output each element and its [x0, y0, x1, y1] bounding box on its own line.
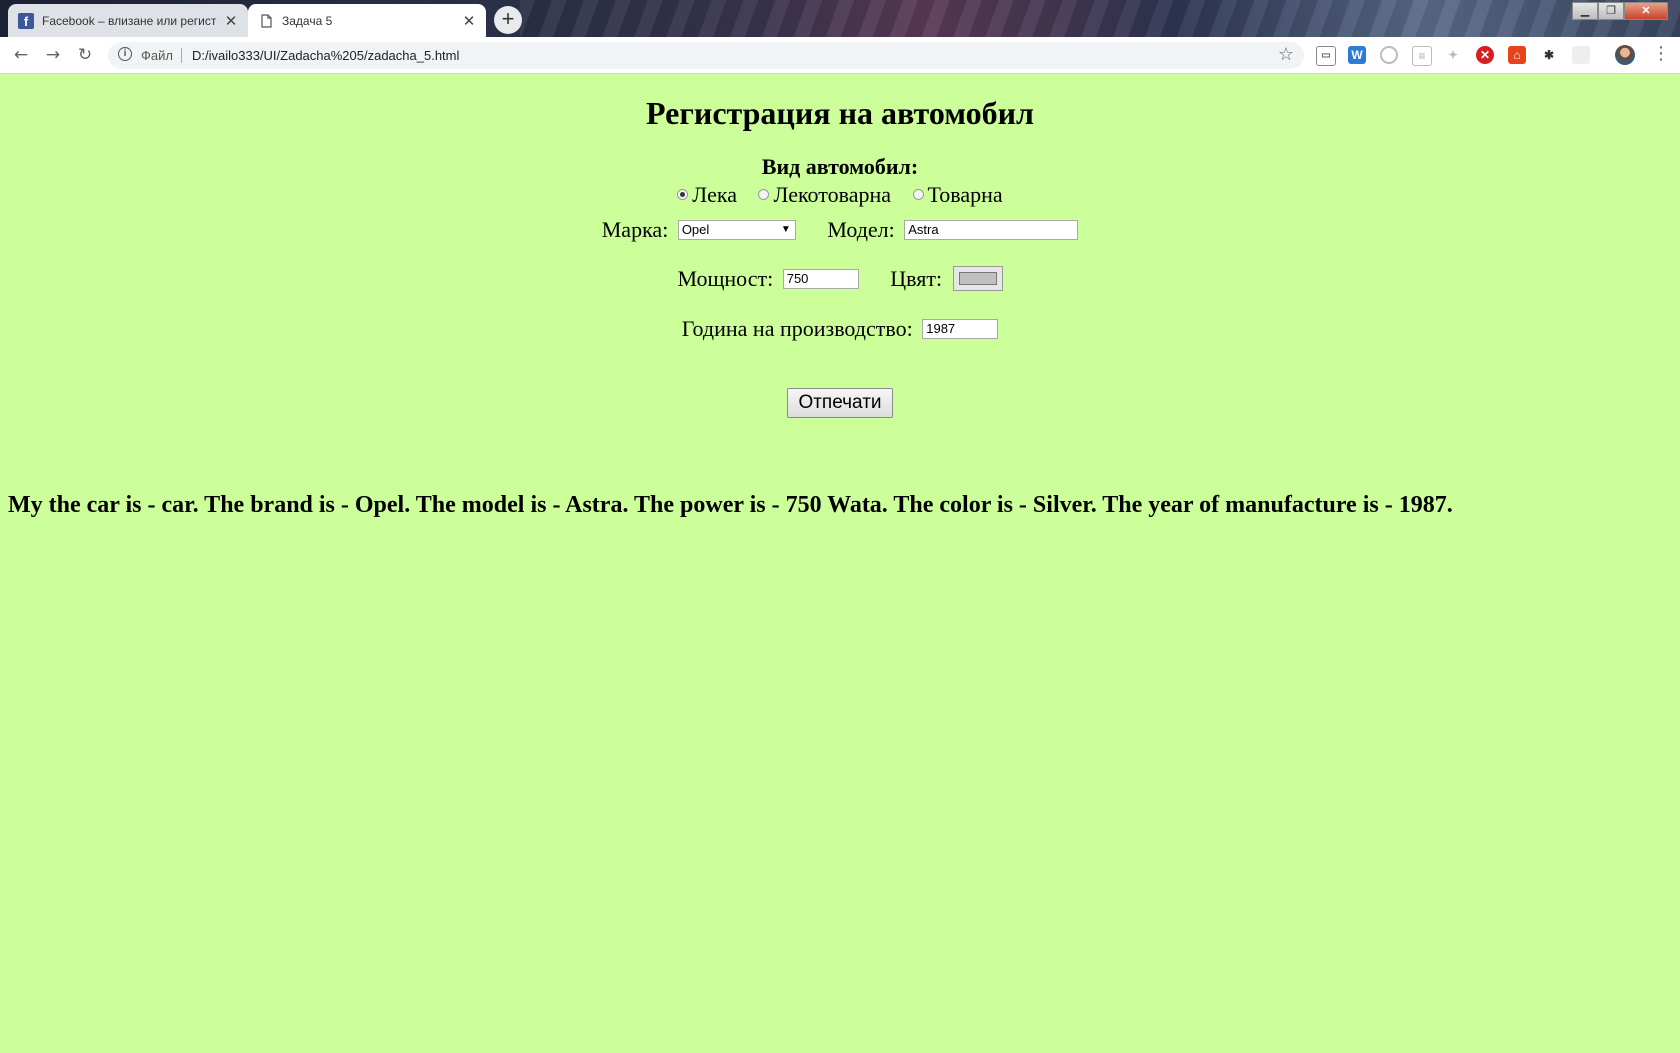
- radio-option-lekotovarna[interactable]: Лекотоварна: [758, 182, 891, 208]
- model-input[interactable]: Astra: [904, 219, 1079, 240]
- facebook-icon: f: [18, 12, 34, 29]
- result-text: My the car is - car. The brand is - Opel…: [8, 492, 1453, 518]
- address-divider: [181, 48, 182, 63]
- year-label: Година на производство:: [681, 315, 913, 341]
- year-row: Година на производство: 1987: [0, 314, 1680, 342]
- forward-icon[interactable]: →: [41, 43, 65, 67]
- power-label: Мощност:: [677, 265, 774, 291]
- radio-label: Товарна: [927, 181, 1003, 207]
- power-color-row: Мощност: 750 Цвят:: [0, 264, 1680, 292]
- profile-avatar[interactable]: [1615, 45, 1635, 65]
- color-label: Цвят:: [890, 265, 943, 291]
- radio-option-leka[interactable]: Лека: [677, 182, 737, 208]
- brand-select-value: Opel: [681, 221, 710, 237]
- brand-model-row: Марка: Opel ▼ Модел: Astra: [0, 215, 1680, 243]
- new-tab-button[interactable]: +: [494, 6, 522, 34]
- tab-zadacha[interactable]: Задача 5 ✕: [248, 4, 486, 37]
- color-picker[interactable]: [952, 266, 1003, 292]
- page-icon: [258, 13, 274, 29]
- lock-icon[interactable]: ⌂: [1508, 46, 1526, 64]
- year-input[interactable]: 1987: [922, 318, 999, 339]
- reload-icon[interactable]: ↻: [73, 43, 97, 67]
- block-icon[interactable]: ✕: [1476, 46, 1494, 64]
- window-close-button[interactable]: ✕: [1624, 2, 1668, 20]
- print-button[interactable]: Отпечати: [787, 388, 893, 418]
- color-swatch: [958, 272, 997, 286]
- radio-button[interactable]: [758, 189, 770, 200]
- page-body: Регистрация на автомобил Вид автомобил: …: [0, 74, 1680, 1053]
- blank-icon[interactable]: [1572, 46, 1590, 64]
- puzzle-icon[interactable]: ✦: [1444, 46, 1462, 64]
- info-icon[interactable]: i: [118, 47, 132, 61]
- bookmark-star-icon[interactable]: ☆: [1278, 44, 1294, 65]
- brand-label: Марка:: [601, 216, 669, 242]
- circle-icon[interactable]: [1380, 46, 1398, 64]
- power-input[interactable]: 750: [782, 268, 859, 289]
- maximize-button[interactable]: ❐: [1598, 2, 1624, 20]
- address-url[interactable]: D:/ivailo333/UI/Zadacha%205/zadacha_5.ht…: [192, 48, 459, 63]
- dropdown-arrow-icon: ▼: [780, 223, 791, 235]
- tab-facebook[interactable]: f Facebook – влизане или регист ✕: [8, 4, 248, 37]
- browser-toolbar: ← → ↻ i Файл D:/ivailo333/UI/Zadacha%205…: [0, 37, 1680, 74]
- window-controls: ▁ ❐ ✕: [1572, 2, 1668, 20]
- tab-close-icon[interactable]: ✕: [224, 12, 238, 30]
- tab-label: Facebook – влизане или регист: [42, 13, 217, 28]
- menu-icon[interactable]: ⋮: [1652, 43, 1670, 64]
- model-label: Модел:: [827, 216, 895, 242]
- vehicle-type-label: Вид автомобил:: [761, 154, 919, 179]
- radio-label: Лекотоварна: [773, 181, 891, 207]
- cast-icon[interactable]: ▭: [1316, 46, 1336, 66]
- tab-close-icon[interactable]: ✕: [462, 12, 476, 30]
- radio-button[interactable]: [912, 189, 924, 200]
- note-icon[interactable]: ≡: [1412, 46, 1432, 66]
- bug-icon[interactable]: ✱: [1540, 46, 1558, 64]
- word-icon[interactable]: W: [1348, 46, 1366, 64]
- tab-label: Задача 5: [282, 13, 333, 28]
- radio-button[interactable]: [677, 189, 689, 200]
- radio-label: Лека: [692, 181, 737, 207]
- brand-select[interactable]: Opel ▼: [677, 219, 796, 240]
- back-icon[interactable]: ←: [9, 43, 33, 67]
- minimize-button[interactable]: ▁: [1572, 2, 1598, 20]
- address-scheme: Файл: [141, 48, 173, 63]
- address-bar[interactable]: i Файл D:/ivailo333/UI/Zadacha%205/zadac…: [108, 42, 1304, 69]
- radio-option-tovarna[interactable]: Товарна: [912, 181, 1003, 208]
- page-title: Регистрация на автомобил: [646, 95, 1034, 131]
- vehicle-type-group: Лека Лекотоварна Товарна: [0, 180, 1680, 208]
